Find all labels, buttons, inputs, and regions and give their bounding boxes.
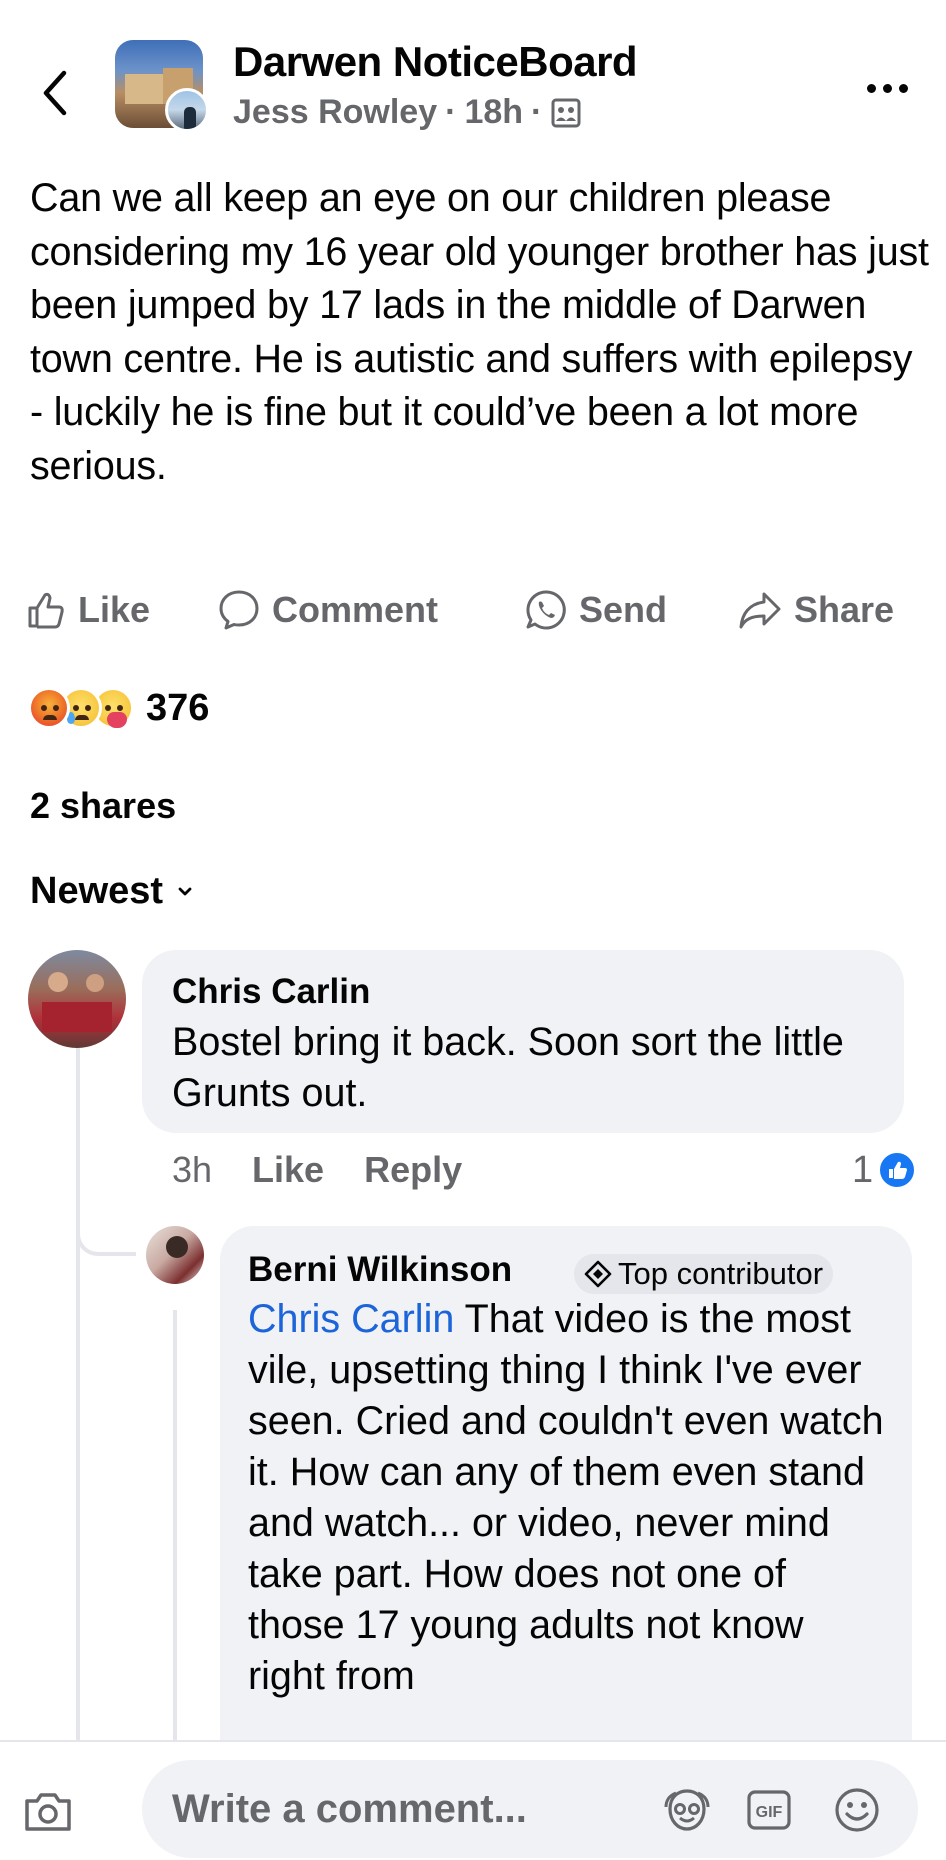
thread-line (76, 1046, 80, 1746)
post-actions: Like Comment Send Share (0, 580, 946, 640)
top-contributor-badge: Top contributor (574, 1254, 834, 1294)
comment-composer-bar: GIF (0, 1740, 946, 1860)
comment-input-wrapper[interactable]: GIF (142, 1760, 918, 1858)
like-reaction-icon (877, 1150, 918, 1190)
share-arrow-icon (739, 592, 781, 629)
reply-connector (76, 1200, 136, 1256)
replier-name[interactable]: Berni Wilkinson (248, 1250, 512, 1290)
comment-like-count[interactable]: 1 (852, 1145, 918, 1195)
more-options-button[interactable] (862, 70, 912, 106)
group-avatar[interactable] (115, 40, 209, 132)
post-header: Darwen NoticeBoard Jess Rowley · 18h · (0, 0, 946, 160)
comment-input[interactable] (172, 1760, 642, 1858)
thumbs-up-icon (28, 592, 64, 629)
reply-body: That video is the most vile, upsetting t… (248, 1297, 884, 1698)
comment-like-number: 1 (852, 1148, 874, 1191)
comment-text: Bostel bring it back. Soon sort the litt… (172, 1020, 844, 1115)
reply-thread-line (173, 1310, 177, 1750)
like-button[interactable]: Like (26, 580, 150, 640)
share-label: Share (794, 589, 895, 630)
top-contributor-icon (584, 1260, 612, 1288)
comment-bubble-icon (219, 590, 259, 630)
replier-avatar[interactable] (146, 1226, 204, 1284)
commenter-avatar[interactable] (28, 950, 126, 1048)
commenter-name[interactable]: Chris Carlin (172, 972, 370, 1012)
avatar-sticker-button[interactable] (660, 1784, 714, 1836)
sort-label: Newest (30, 870, 164, 912)
chevron-left-icon (43, 70, 67, 116)
comment-button[interactable]: Comment (218, 580, 438, 640)
group-members-icon (551, 98, 581, 127)
author-name[interactable]: Jess Rowley (233, 93, 437, 132)
group-name[interactable]: Darwen NoticeBoard (233, 38, 638, 86)
reply-bubble[interactable]: Berni Wilkinson Top contributor Chris Ca… (220, 1226, 912, 1786)
reply-text: Chris Carlin That video is the most vile… (248, 1294, 888, 1702)
comment-sort-dropdown[interactable]: Newest (30, 870, 193, 913)
reaction-count: 376 (146, 686, 210, 729)
send-label: Send (579, 589, 668, 630)
camera-icon (25, 1793, 71, 1831)
post-text: Can we all keep an eye on our children p… (30, 176, 929, 488)
more-dots-icon (866, 83, 876, 93)
svg-text:GIF: GIF (756, 1804, 783, 1821)
chevron-down-icon (178, 887, 192, 895)
meta-separator: · (531, 93, 543, 131)
comment-meta: 3h Like Reply (172, 1145, 462, 1195)
like-label: Like (78, 589, 151, 630)
back-button[interactable] (30, 58, 80, 128)
gif-button[interactable]: GIF (742, 1784, 796, 1836)
emoji-button[interactable] (830, 1784, 884, 1836)
badge-label: Top contributor (618, 1256, 824, 1291)
shares-count[interactable]: 2 shares (30, 785, 176, 827)
comment-label: Comment (272, 589, 439, 630)
author-avatar (165, 88, 209, 132)
camera-button[interactable] (18, 1782, 78, 1842)
comment-bubble[interactable]: Chris Carlin Bostel bring it back. Soon … (142, 950, 904, 1133)
reactions-summary[interactable]: 376 (28, 685, 209, 731)
post-time[interactable]: 18h (464, 93, 523, 132)
avatar-sticker-icon (664, 1789, 710, 1831)
meta-separator: · (445, 93, 457, 131)
send-button[interactable]: Send (525, 580, 667, 640)
mention-link[interactable]: Chris Carlin (248, 1297, 454, 1341)
comment-reply-button[interactable]: Reply (364, 1149, 462, 1191)
emoji-icon (835, 1788, 879, 1832)
comment-like-button[interactable]: Like (252, 1149, 324, 1191)
comment-time: 3h (172, 1149, 213, 1190)
gif-icon: GIF (747, 1790, 791, 1830)
whatsapp-icon (526, 590, 566, 630)
post-meta: Jess Rowley · 18h · (233, 93, 582, 132)
share-button[interactable]: Share (738, 580, 894, 640)
angry-reaction-icon (28, 687, 70, 729)
